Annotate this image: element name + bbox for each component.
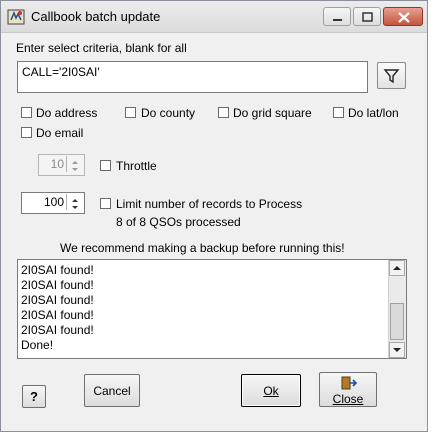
throttle-label: Throttle xyxy=(116,159,157,173)
close-window-button[interactable] xyxy=(383,7,423,26)
do-email-checkbox[interactable] xyxy=(21,127,32,138)
do-grid-square-checkbox[interactable] xyxy=(218,107,229,118)
results-log[interactable]: 2I0SAI found! 2I0SAI found! 2I0SAI found… xyxy=(17,259,407,359)
dialog-window: Callbook batch update Enter select crite… xyxy=(0,0,428,432)
do-county-checkbox[interactable] xyxy=(125,107,136,118)
criteria-input[interactable]: CALL='2I0SAI' xyxy=(17,61,368,93)
limit-spinner[interactable]: 100 xyxy=(21,192,85,214)
scroll-up-icon xyxy=(393,266,401,270)
help-button[interactable]: ? xyxy=(22,385,46,408)
exit-door-icon xyxy=(341,376,357,390)
spin-up-icon[interactable] xyxy=(67,156,83,164)
log-line: 2I0SAI found! xyxy=(21,323,94,337)
throttle-checkbox[interactable] xyxy=(100,160,111,171)
log-line: 2I0SAI found! xyxy=(21,293,94,307)
scroll-thumb[interactable] xyxy=(390,303,404,340)
cancel-button[interactable]: Cancel xyxy=(84,374,140,407)
maximize-button[interactable] xyxy=(353,7,381,26)
ok-label: Ok xyxy=(263,384,279,398)
minimize-icon xyxy=(333,19,342,21)
throttle-spinner[interactable]: 10 xyxy=(38,154,85,176)
do-address-checkbox[interactable] xyxy=(21,107,32,118)
spin-down-icon[interactable] xyxy=(67,164,83,172)
limit-spin-arrows xyxy=(66,194,83,210)
close-x-icon xyxy=(398,12,410,23)
window-title: Callbook batch update xyxy=(31,9,161,24)
throttle-value: 10 xyxy=(50,157,64,171)
title-bar[interactable]: Callbook batch update xyxy=(1,1,427,33)
log-line: Done! xyxy=(21,338,54,352)
do-county-label: Do county xyxy=(141,106,196,120)
processed-status: 8 of 8 QSOs processed xyxy=(116,215,241,229)
maximize-icon xyxy=(362,12,373,22)
scroll-up-button[interactable] xyxy=(389,260,405,276)
do-lat-lon-label: Do lat/lon xyxy=(348,106,399,120)
scroll-down-icon xyxy=(393,348,401,352)
do-lat-lon-checkbox[interactable] xyxy=(333,107,344,118)
callbook-app-icon xyxy=(7,8,25,26)
do-address-label: Do address xyxy=(36,106,98,120)
log-line: 2I0SAI found! xyxy=(21,278,94,292)
log-lines: 2I0SAI found! 2I0SAI found! 2I0SAI found… xyxy=(21,263,94,353)
limit-checkbox[interactable] xyxy=(100,198,111,209)
spin-down-icon[interactable] xyxy=(67,202,83,210)
filter-button[interactable] xyxy=(377,62,406,89)
log-scrollbar[interactable] xyxy=(388,260,406,358)
question-mark-icon: ? xyxy=(30,389,38,404)
criteria-label: Enter select criteria, blank for all xyxy=(16,41,187,55)
limit-value: 100 xyxy=(43,195,64,209)
ok-button[interactable]: Ok xyxy=(241,374,301,407)
close-label: Close xyxy=(332,392,364,406)
log-line: 2I0SAI found! xyxy=(21,308,94,322)
limit-label: Limit number of records to Process xyxy=(116,197,303,211)
criteria-value: CALL='2I0SAI' xyxy=(22,65,100,79)
close-button[interactable]: Close xyxy=(319,372,377,407)
spin-up-icon[interactable] xyxy=(67,194,83,202)
scroll-down-button[interactable] xyxy=(389,342,405,358)
backup-recommendation: We recommend making a backup before runn… xyxy=(60,241,345,255)
do-email-label: Do email xyxy=(36,126,84,140)
throttle-spin-arrows xyxy=(66,156,83,172)
cancel-label: Cancel xyxy=(93,384,131,398)
log-line: 2I0SAI found! xyxy=(21,263,94,277)
filter-funnel-icon xyxy=(383,69,400,84)
minimize-button[interactable] xyxy=(323,7,351,26)
do-grid-square-label: Do grid square xyxy=(233,106,312,120)
